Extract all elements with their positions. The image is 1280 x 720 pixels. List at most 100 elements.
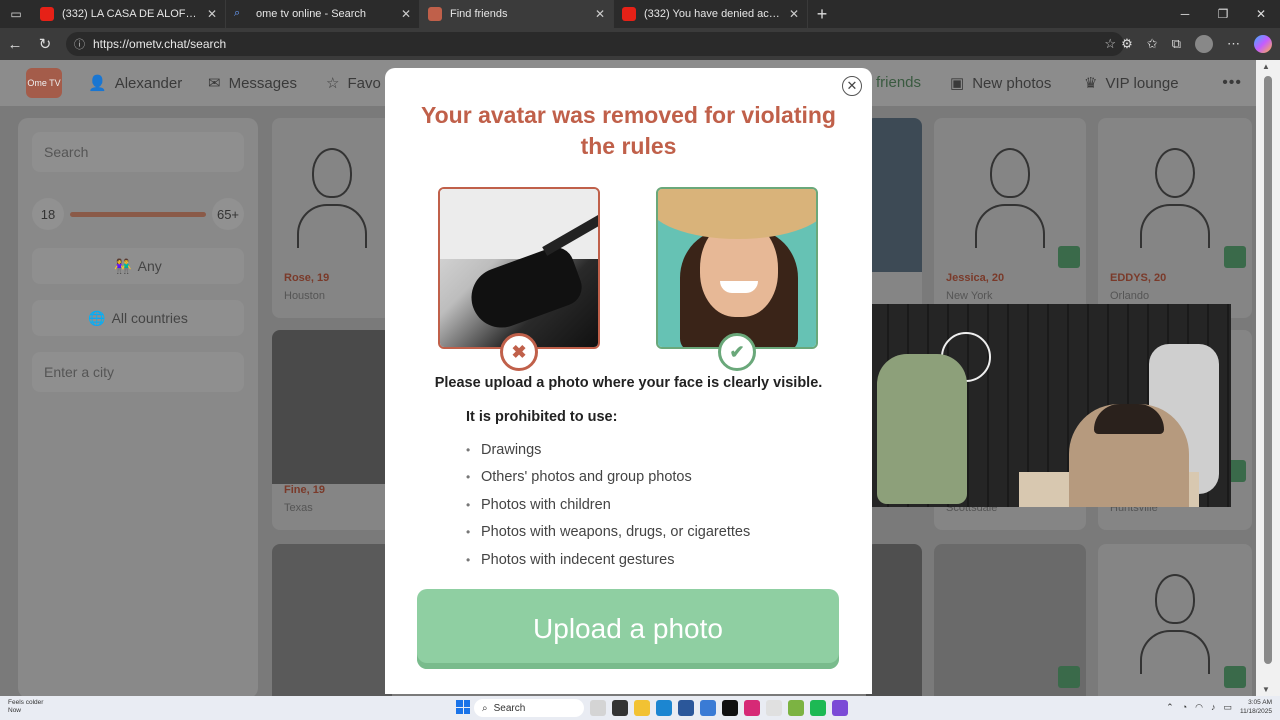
refresh-icon[interactable]: ↻ <box>30 28 60 60</box>
mail-app-icon[interactable] <box>700 700 716 716</box>
more-icon[interactable]: ••• <box>1222 74 1242 92</box>
collections-icon[interactable]: ⧉ <box>1172 36 1181 52</box>
country-select[interactable]: 🌐 All countries <box>32 300 244 336</box>
card-name: EDDYS, 20 <box>1110 272 1167 284</box>
instagram-icon[interactable] <box>744 700 760 716</box>
user-card[interactable] <box>934 544 1086 696</box>
nav-label: Favo <box>347 74 381 92</box>
list-item: • Photos with children <box>466 496 611 513</box>
list-item: • Drawings <box>466 441 542 458</box>
globe-icon: 🌐 <box>88 309 106 326</box>
nav-label: Alexander <box>114 74 183 92</box>
streamer-hair <box>1094 404 1164 434</box>
spotify-icon[interactable] <box>810 700 826 716</box>
task-view-icon[interactable] <box>590 700 606 716</box>
search-icon: ⌕ <box>482 702 488 714</box>
weather-widget[interactable]: Feels colder Now <box>8 699 43 715</box>
nav-messages[interactable]: ✉ Messages <box>208 74 297 93</box>
user-card[interactable] <box>866 118 922 318</box>
more-menu-icon[interactable]: ⋯ <box>1227 36 1240 52</box>
tab-actions-icon[interactable]: ▭ <box>0 0 32 28</box>
user-card[interactable] <box>1098 544 1252 696</box>
new-tab-icon[interactable]: + <box>808 4 836 25</box>
filter-sidebar: Search 18 65+ 👫 Any 🌐 All countries Ente… <box>18 118 258 696</box>
user-photo <box>272 544 392 696</box>
card-location: New York <box>946 290 993 302</box>
nav-label: New photos <box>972 74 1052 92</box>
favorite-star-icon[interactable]: ☆ <box>1104 36 1116 52</box>
user-icon: 👤 <box>88 75 107 92</box>
app-icon[interactable] <box>788 700 804 716</box>
tab-find-friends[interactable]: Find friends ✕ <box>420 0 614 28</box>
nav-label: VIP lounge <box>1105 74 1179 92</box>
url-field[interactable]: ⓘ https://ometv.chat/search ☆ <box>66 32 1124 56</box>
close-tab-icon[interactable]: ✕ <box>207 7 217 21</box>
file-explorer-icon[interactable] <box>634 700 650 716</box>
volume-icon[interactable]: ♪ <box>1211 702 1216 713</box>
user-card[interactable]: Rose, 19 Houston <box>272 118 392 318</box>
user-card[interactable] <box>866 544 922 696</box>
age-min-handle[interactable]: 18 <box>32 198 64 230</box>
close-tab-icon[interactable]: ✕ <box>401 7 411 21</box>
edge-icon[interactable] <box>656 700 672 716</box>
profile-avatar-icon[interactable] <box>1195 35 1213 53</box>
favorites-icon[interactable]: ✩ <box>1147 36 1158 52</box>
card-name: Fine, 19 <box>284 484 325 496</box>
upload-photo-button[interactable]: Upload a photo <box>417 589 839 669</box>
scroll-down-icon[interactable]: ▼ <box>1262 685 1270 694</box>
close-modal-icon[interactable]: ✕ <box>842 76 862 96</box>
close-tab-icon[interactable]: ✕ <box>789 7 799 21</box>
gaming-chair-green <box>877 354 967 504</box>
nav-label: friends <box>876 74 922 91</box>
user-card[interactable]: Jessica, 20 New York <box>934 118 1086 318</box>
scroll-thumb[interactable] <box>1264 76 1272 664</box>
page-scrollbar[interactable]: ▲ ▼ <box>1256 60 1280 696</box>
wifi-icon[interactable]: ◠ <box>1195 702 1203 713</box>
user-photo <box>866 544 922 696</box>
bad-example-photo <box>438 187 600 349</box>
tab-title: (332) LA CASA DE ALOFOKE 2 (DÍ <box>62 8 201 20</box>
tab-denied-access[interactable]: (332) You have denied access to y ✕ <box>614 0 808 28</box>
start-icon[interactable] <box>456 700 470 714</box>
app-icon[interactable] <box>832 700 848 716</box>
user-card[interactable]: Fine, 19 Texas <box>272 330 392 530</box>
app-icon[interactable] <box>766 700 782 716</box>
nav-favorites[interactable]: ☆ Favo <box>326 74 381 93</box>
site-info-icon[interactable]: ⓘ <box>74 36 85 52</box>
back-icon[interactable]: ← <box>0 28 30 60</box>
card-name: Rose, 19 <box>284 272 330 284</box>
tab-alofoke[interactable]: (332) LA CASA DE ALOFOKE 2 (DÍ ✕ <box>32 0 226 28</box>
search-input[interactable]: Search <box>32 132 244 172</box>
chevron-up-icon[interactable]: ⌃ <box>1166 702 1174 713</box>
extensions-icon[interactable]: ⚙ <box>1121 36 1133 52</box>
restore-icon[interactable]: ❐ <box>1204 0 1242 28</box>
youtube-favicon-icon <box>40 7 54 21</box>
ometv-logo[interactable]: Ome TV <box>26 68 62 98</box>
taskbar-search[interactable]: ⌕ Search <box>474 699 584 717</box>
minimize-icon[interactable]: ─ <box>1166 0 1204 28</box>
gender-select[interactable]: 👫 Any <box>32 248 244 284</box>
age-range-slider[interactable]: 18 65+ <box>32 194 244 234</box>
nav-new-photos[interactable]: ▣ New photos <box>950 74 1052 93</box>
close-icon[interactable]: ✕ <box>1242 0 1280 28</box>
nav-profile[interactable]: 👤 Alexander <box>88 74 183 93</box>
user-card[interactable]: EDDYS, 20 Orlando <box>1098 118 1252 318</box>
scroll-up-icon[interactable]: ▲ <box>1262 62 1270 71</box>
city-input[interactable]: Enter a city <box>32 352 244 392</box>
battery-icon[interactable]: ▭ <box>1223 702 1232 713</box>
network-icon[interactable]: ◔ <box>1182 702 1187 713</box>
store-icon[interactable] <box>678 700 694 716</box>
nav-find-friends[interactable]: friends <box>876 74 921 91</box>
clock[interactable]: 3:05 AM 11/18/2025 <box>1240 698 1272 716</box>
nav-vip-lounge[interactable]: ♛ VIP lounge <box>1084 74 1179 93</box>
close-tab-icon[interactable]: ✕ <box>595 7 605 21</box>
tiktok-icon[interactable] <box>722 700 738 716</box>
tab-ome-search[interactable]: ⌕ ome tv online - Search ✕ <box>226 0 420 28</box>
tab-title: ome tv online - Search <box>256 8 367 20</box>
ometv-favicon-icon <box>428 7 442 21</box>
age-max-handle[interactable]: 65+ <box>212 198 244 230</box>
widgets-icon[interactable] <box>612 700 628 716</box>
copilot-icon[interactable] <box>1254 35 1272 53</box>
user-card[interactable] <box>272 544 392 696</box>
list-item: • Photos with weapons, drugs, or cigarett… <box>466 524 751 541</box>
